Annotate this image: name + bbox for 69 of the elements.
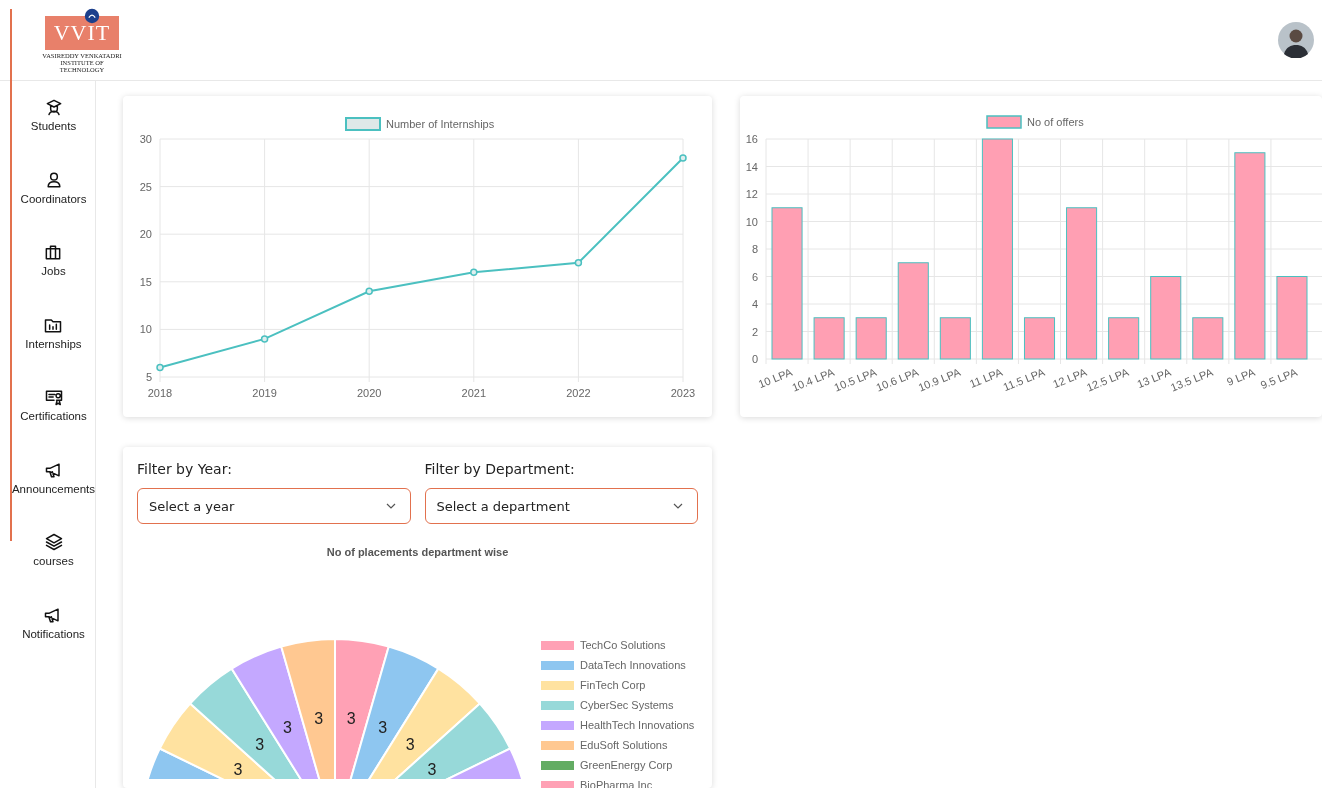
- axis-tick-label: 6: [751, 270, 758, 283]
- chevron-icon: [673, 503, 683, 509]
- axis-tick-label: 11 LPA: [967, 365, 1005, 390]
- chart-bar: [813, 317, 845, 360]
- axis-tick-label: 2019: [252, 387, 277, 399]
- axis-tick-label: 2021: [461, 387, 487, 399]
- legend-label: GreenEnergy Corp: [580, 758, 673, 772]
- sidebar-item[interactable]: Certifications: [20, 387, 87, 460]
- legend-label: CyberSec Systems: [580, 698, 674, 712]
- slice-label: 3: [314, 710, 324, 728]
- sidebar-item[interactable]: Announcements: [11, 459, 96, 532]
- globe-icon: [84, 7, 100, 24]
- axis-tick-label: 10: [139, 323, 152, 336]
- axis-tick-label: 2020: [356, 387, 382, 399]
- axis-tick-label: 2: [751, 325, 758, 338]
- axis-tick-label: 25: [139, 180, 152, 193]
- dropdown-field[interactable]: Select a department: [424, 488, 698, 524]
- chart-bar: [1023, 317, 1056, 360]
- legend-swatch: [345, 117, 381, 131]
- slice-label: 3: [378, 719, 388, 737]
- legend-label: FinTech Corp: [580, 678, 646, 692]
- axis-tick-label: 5: [145, 371, 152, 383]
- axis-tick-label: 14: [745, 160, 758, 173]
- sidebar-item[interactable]: courses: [33, 532, 74, 605]
- axis-tick-label: 2018: [147, 387, 173, 399]
- legend-swatch: [986, 115, 1022, 129]
- chart-bar: [939, 317, 971, 360]
- dropdown-field[interactable]: Select a year: [137, 488, 411, 524]
- sidebar-item[interactable]: Internships: [25, 314, 82, 387]
- axis-tick-label: 0: [751, 353, 758, 365]
- axis-tick-label: 9 LPA: [1225, 365, 1257, 388]
- axis-tick-label: 30: [139, 133, 152, 145]
- slice-label: 3: [255, 736, 265, 754]
- slice-label: 3: [427, 760, 437, 778]
- sidebar-item[interactable]: Jobs: [41, 242, 66, 315]
- slice-label: 3: [282, 719, 292, 737]
- chart-bar: [855, 317, 887, 360]
- axis-tick-label: 10: [745, 215, 758, 228]
- slice-label: 3: [346, 710, 356, 728]
- legend-label: Number of Internships: [386, 118, 495, 130]
- sidebar-item[interactable]: Coordinators: [20, 169, 87, 242]
- slice-label: 3: [405, 736, 415, 754]
- axis-tick-label: 4: [751, 298, 758, 310]
- filter-label: Filter by Department:: [424, 461, 576, 477]
- axis-tick-label: 12: [745, 188, 758, 200]
- legend-label: HealthTech Innovations: [580, 718, 695, 732]
- chevron-icon: [385, 503, 396, 509]
- layers-icon: [43, 532, 64, 552]
- legend-label: No of offers: [1027, 116, 1084, 128]
- filter-label: Filter by Year:: [137, 461, 233, 477]
- certificate-icon: [43, 387, 64, 407]
- axis-tick-label: 10 LPA: [756, 365, 794, 391]
- chart-bar: [1108, 317, 1140, 360]
- axis-tick-label: 15: [139, 275, 152, 288]
- legend-label: TechCo Solutions: [580, 638, 666, 652]
- chart-bar: [1192, 317, 1224, 360]
- chart-title: No of placements department wise: [325, 546, 510, 558]
- sidebar-item[interactable]: Notifications: [22, 604, 85, 677]
- avatar-icon[interactable]: [1278, 22, 1314, 58]
- legend-label: EduSoft Solutions: [580, 738, 668, 752]
- slice-label: 3: [233, 760, 243, 778]
- axis-tick-label: 9.5 LPA: [1258, 365, 1299, 392]
- axis-tick-label: 8: [751, 243, 758, 255]
- axis-tick-label: 2023: [670, 387, 696, 399]
- axis-tick-label: 16: [745, 133, 758, 145]
- legend-label: DataTech Innovations: [580, 658, 686, 672]
- axis-tick-label: 20: [139, 228, 152, 241]
- sidebar-item[interactable]: Students: [30, 97, 77, 170]
- axis-tick-label: 2022: [566, 387, 591, 399]
